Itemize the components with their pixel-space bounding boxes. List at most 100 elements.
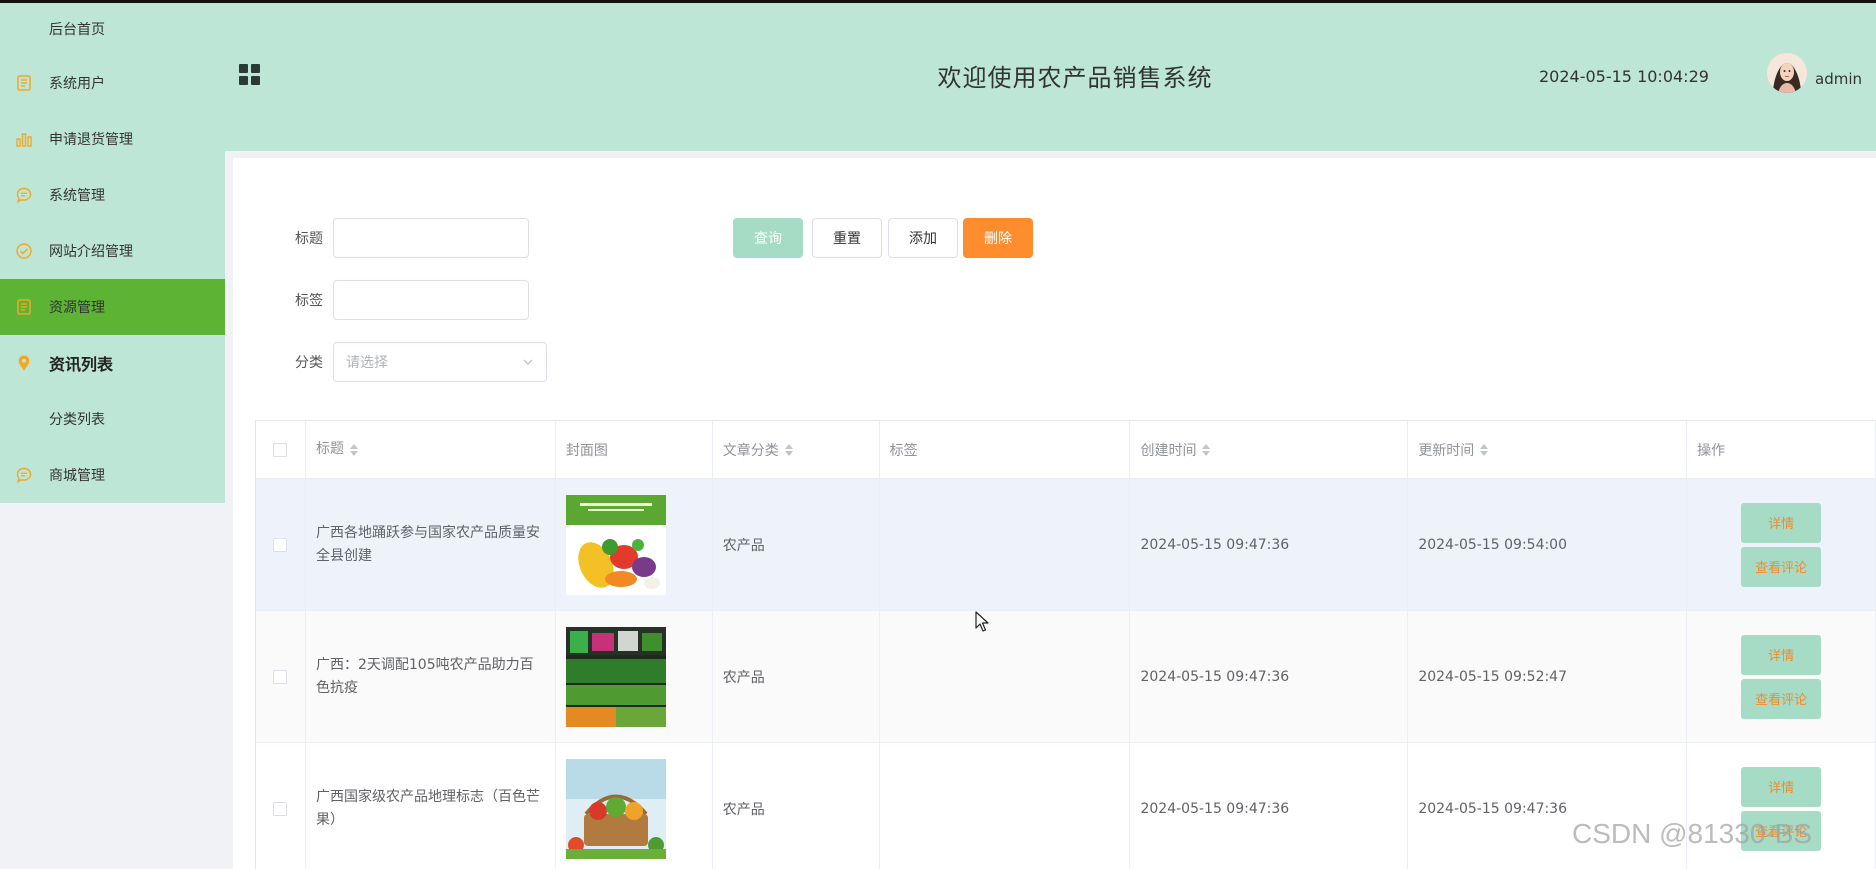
view-comments-button[interactable]: 查看评论 [1741, 546, 1822, 587]
sidebar-item-mall-management[interactable]: 商城管理 [0, 447, 225, 503]
cell-updated: 2024-05-15 09:52:47 [1408, 611, 1688, 743]
watermark: CSDN @81330-BS [1572, 818, 1813, 849]
tag-filter-input[interactable] [333, 280, 529, 320]
sidebar-item-label: 后台首页 [49, 22, 105, 38]
category-filter: 分类 请选择 [265, 342, 547, 382]
cell-updated: 2024-05-15 09:54:00 [1408, 479, 1688, 611]
column-header-label: 操作 [1697, 442, 1726, 459]
column-header-label: 更新时间 [1418, 442, 1475, 459]
bar-chart-icon [14, 129, 34, 149]
query-button[interactable]: 查询 [733, 218, 803, 258]
table-body: 广西各地踊跃参与国家农产品质量安全县创建 农产品 2024-05-15 09:4… [256, 479, 1876, 869]
sidebar-item-system-users[interactable]: 系统用户 [0, 55, 225, 111]
location-pin-icon [14, 353, 34, 373]
sidebar-item-label: 资讯列表 [49, 355, 114, 374]
chat-icon [14, 185, 34, 205]
sort-icon[interactable] [1480, 443, 1489, 456]
sidebar-item-system-management[interactable]: 系统管理 [0, 167, 225, 223]
cell-tag [879, 479, 1131, 611]
row-checkbox[interactable] [273, 669, 288, 684]
table-header: 标题 封面图 文章分类 标签 创建时间 更新时间 操作 [256, 421, 1876, 479]
column-header-cover: 封面图 [555, 421, 713, 479]
sort-icon[interactable] [349, 443, 358, 456]
title-filter: 标题 [265, 218, 529, 258]
add-button[interactable]: 添加 [888, 218, 958, 258]
avatar[interactable] [1767, 53, 1807, 93]
cell-cover [555, 611, 713, 743]
cell-updated: 2024-05-15 09:47:36 [1408, 743, 1688, 869]
content-panel: 标题 标签 分类 请选择 查询 重置 添加 删除 标题 封面图 文章分类 标签 … [233, 158, 1876, 869]
table-row[interactable]: 广西：2天调配105吨农产品助力百色抗疫 农产品 2024-05-15 09:4… [256, 611, 1876, 743]
mouse-cursor-icon [975, 611, 989, 632]
sidebar-item-resources[interactable]: 资源管理 [0, 279, 225, 335]
cell-category: 农产品 [712, 611, 880, 743]
news-table: 标题 封面图 文章分类 标签 创建时间 更新时间 操作 广西各地踊跃参与国家农产… [255, 420, 1876, 869]
detail-button[interactable]: 详情 [1741, 502, 1822, 543]
cell-category: 农产品 [713, 743, 880, 869]
column-header-title[interactable]: 标题 [305, 421, 556, 479]
top-border [0, 0, 1876, 3]
cover-image-market [565, 626, 666, 727]
header: 欢迎使用农产品销售系统 2024-05-15 10:04:29 admin [225, 3, 1876, 151]
title-filter-label: 标题 [295, 231, 323, 247]
sidebar-item-label: 商城管理 [49, 468, 105, 484]
column-header-label: 封面图 [565, 442, 608, 459]
chat-icon [14, 465, 34, 485]
category-select[interactable]: 请选择 [333, 342, 547, 382]
select-all-checkbox[interactable] [273, 442, 288, 457]
table-row[interactable]: 广西国家级农产品地理标志（百色芒果） 农产品 2024-05-15 09:47:… [256, 743, 1876, 869]
sidebar-item-label: 申请退货管理 [49, 132, 133, 148]
check-circle-icon [14, 241, 34, 261]
category-select-placeholder: 请选择 [346, 355, 388, 371]
reset-button[interactable]: 重置 [812, 218, 882, 258]
row-checkbox[interactable] [273, 801, 288, 816]
document-icon [14, 73, 34, 93]
tag-filter: 标签 [265, 280, 529, 320]
cell-created: 2024-05-15 09:47:36 [1130, 479, 1409, 611]
document-icon [14, 297, 34, 317]
row-check-cell [256, 611, 306, 743]
cover-image-basket [565, 758, 666, 859]
column-header-tag: 标签 [879, 421, 1131, 479]
delete-button[interactable]: 删除 [963, 218, 1033, 258]
sidebar-item-return-requests[interactable]: 申请退货管理 [0, 111, 225, 167]
sidebar-item-category-list[interactable]: 分类列表 [0, 391, 225, 447]
cell-tag [880, 743, 1131, 869]
sidebar-item-home[interactable]: 后台首页 [0, 3, 225, 55]
cell-title: 广西国家级农产品地理标志（百色芒果） [306, 743, 556, 869]
sidebar-item-label: 系统用户 [49, 76, 105, 92]
table-row[interactable]: 广西各地踊跃参与国家农产品质量安全县创建 农产品 2024-05-15 09:4… [256, 479, 1876, 611]
cell-category: 农产品 [712, 479, 880, 611]
cell-cover [556, 743, 713, 869]
column-header-category[interactable]: 文章分类 [712, 421, 880, 479]
cell-cover [555, 479, 713, 611]
sidebar-item-label: 资源管理 [49, 300, 105, 316]
sidebar-item-label: 网站介绍管理 [49, 244, 133, 260]
cell-ops: 详情 查看评论 [1687, 479, 1876, 611]
detail-button[interactable]: 详情 [1741, 766, 1822, 807]
row-check-cell [256, 479, 306, 611]
sidebar-item-news-list[interactable]: 资讯列表 [0, 335, 225, 391]
column-header-updated[interactable]: 更新时间 [1408, 421, 1688, 479]
cell-ops: 详情 查看评论 [1687, 743, 1876, 869]
chevron-down-icon [523, 359, 533, 365]
category-filter-label: 分类 [295, 355, 323, 371]
cell-title: 广西各地踊跃参与国家农产品质量安全县创建 [305, 479, 556, 611]
sidebar-item-label: 系统管理 [49, 188, 105, 204]
cell-created: 2024-05-15 09:47:36 [1130, 611, 1409, 743]
sidebar-item-label: 分类列表 [49, 412, 105, 428]
title-filter-input[interactable] [333, 218, 529, 258]
sort-icon[interactable] [784, 443, 793, 456]
detail-button[interactable]: 详情 [1741, 634, 1822, 675]
column-header-ops: 操作 [1687, 421, 1876, 479]
column-header-label: 标签 [889, 442, 918, 459]
sidebar-item-site-intro[interactable]: 网站介绍管理 [0, 223, 225, 279]
view-comments-button[interactable]: 查看评论 [1741, 678, 1822, 719]
row-checkbox[interactable] [273, 537, 288, 552]
username[interactable]: admin [1815, 70, 1862, 88]
column-header-label: 标题 [315, 441, 344, 457]
sidebar-menu: 后台首页 系统用户 申请退货管理 系统管理 网站介绍管理 资源管理 资讯列表 分… [0, 3, 225, 503]
sort-icon[interactable] [1202, 443, 1211, 456]
tag-filter-label: 标签 [295, 293, 323, 309]
column-header-created[interactable]: 创建时间 [1130, 421, 1409, 479]
